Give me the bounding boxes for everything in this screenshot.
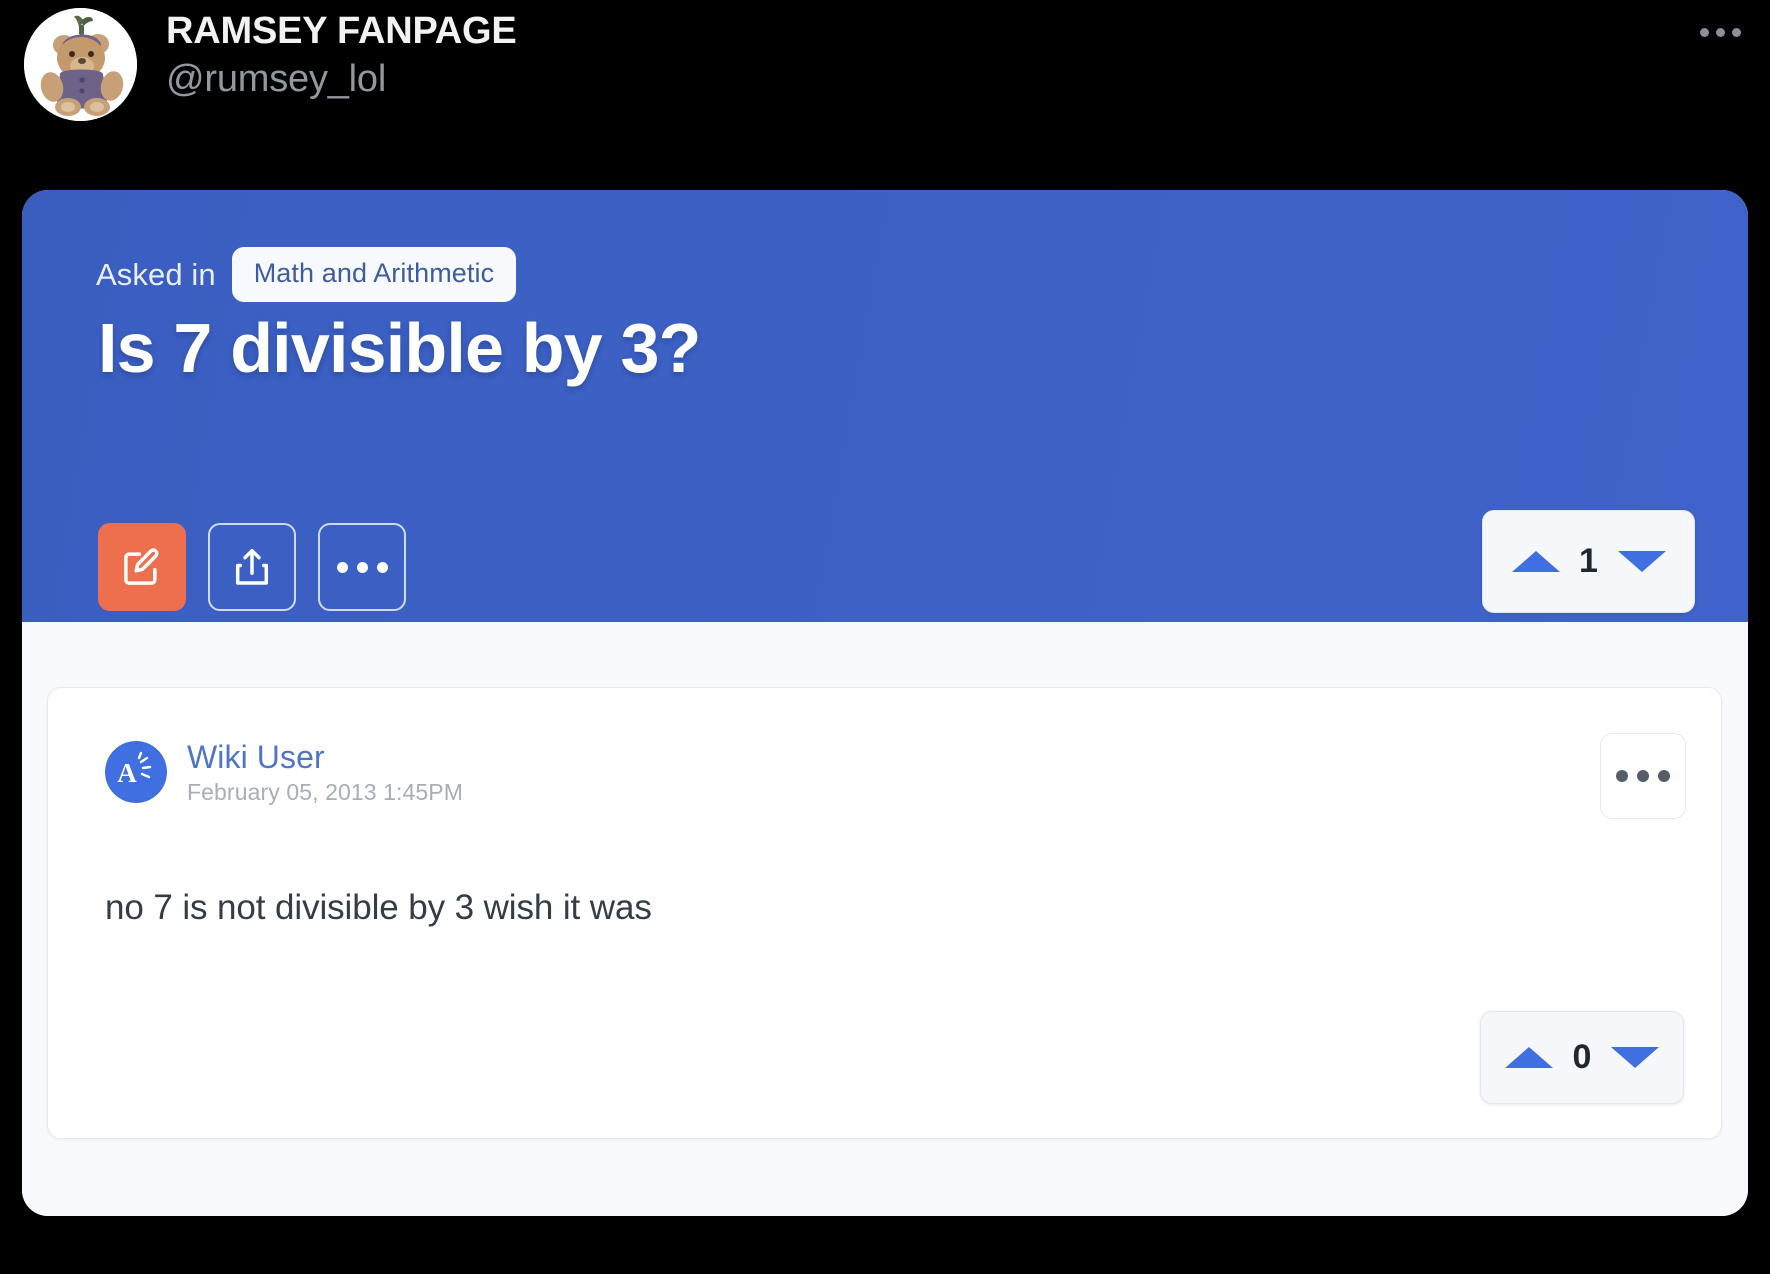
ellipsis-icon-dot	[356, 561, 368, 573]
edit-button[interactable]	[98, 523, 186, 611]
asked-in-label: Asked in	[96, 256, 216, 292]
user-handle: @rumsey_lol	[166, 58, 387, 100]
category-chip[interactable]: Math and Arithmetic	[231, 247, 517, 302]
answer-date: February 05, 2013 1:45PM	[187, 779, 464, 805]
tweet-header: RAMSEY FANPAGE @rumsey_lol	[0, 0, 1770, 150]
ellipsis-icon-dot	[1637, 770, 1649, 782]
answers-section: A Wiki User February 05, 2013 1:45PM no …	[22, 622, 1748, 1216]
answer-downvote-button[interactable]	[1602, 1012, 1668, 1103]
ellipsis-icon-dot	[1616, 770, 1628, 782]
avatar[interactable]	[24, 8, 137, 121]
answer-menu-button[interactable]	[1600, 733, 1686, 819]
answer-vote-widget[interactable]: 0	[1480, 1011, 1684, 1104]
ellipsis-icon-dot	[1658, 770, 1670, 782]
asked-in-row: Asked in Math and Arithmetic	[96, 247, 517, 302]
question-vote-widget[interactable]: 1	[1482, 510, 1695, 613]
triangle-down-icon	[1611, 1047, 1659, 1068]
triangle-up-icon	[1505, 1047, 1553, 1068]
pencil-square-icon	[124, 548, 159, 585]
teddy-bear-in-eggplant-costume-icon	[24, 8, 137, 121]
ellipsis-icon-dot	[1699, 27, 1709, 37]
answer-author[interactable]: Wiki User	[187, 738, 463, 776]
display-name: RAMSEY FANPAGE	[166, 10, 517, 52]
answer-vote-count: 0	[1572, 1038, 1592, 1076]
hero-action-bar	[98, 523, 406, 611]
question-upvote-button[interactable]	[1503, 511, 1569, 612]
answer-meta: Wiki User February 05, 2013 1:45PM	[187, 738, 463, 806]
ellipsis-icon-dot	[376, 561, 388, 573]
answer-text: no 7 is not divisible by 3 wish it was	[105, 888, 652, 927]
share-button[interactable]	[208, 523, 296, 611]
ellipsis-icon-dot	[1715, 27, 1725, 37]
share-upload-icon	[235, 548, 269, 585]
question-title: Is 7 divisible by 3?	[98, 309, 701, 387]
more-button[interactable]	[318, 523, 406, 611]
tweet-menu-button[interactable]	[1692, 14, 1748, 50]
question-downvote-button[interactable]	[1609, 511, 1675, 612]
wiki-answers-a-icon: A	[117, 751, 152, 788]
ellipsis-icon-dot	[1731, 27, 1741, 37]
ellipsis-icon	[336, 561, 388, 573]
svg-text:A: A	[117, 758, 137, 788]
question-vote-count: 1	[1578, 542, 1599, 580]
question-hero: Asked in Math and Arithmetic Is 7 divisi…	[22, 190, 1748, 622]
answer-author-row: A Wiki User February 05, 2013 1:45PM	[105, 738, 463, 806]
screen-root: RAMSEY FANPAGE @rumsey_lol Asked in Math…	[0, 0, 1770, 1274]
triangle-down-icon	[1617, 551, 1666, 572]
answer-avatar[interactable]: A	[105, 741, 167, 803]
triangle-up-icon	[1511, 551, 1560, 572]
ellipsis-icon-dot	[336, 561, 348, 573]
embedded-question-card[interactable]: Asked in Math and Arithmetic Is 7 divisi…	[22, 190, 1748, 1216]
answer-card: A Wiki User February 05, 2013 1:45PM no …	[47, 687, 1722, 1139]
tweet-identity: RAMSEY FANPAGE @rumsey_lol	[166, 8, 517, 104]
answer-upvote-button[interactable]	[1496, 1012, 1562, 1103]
